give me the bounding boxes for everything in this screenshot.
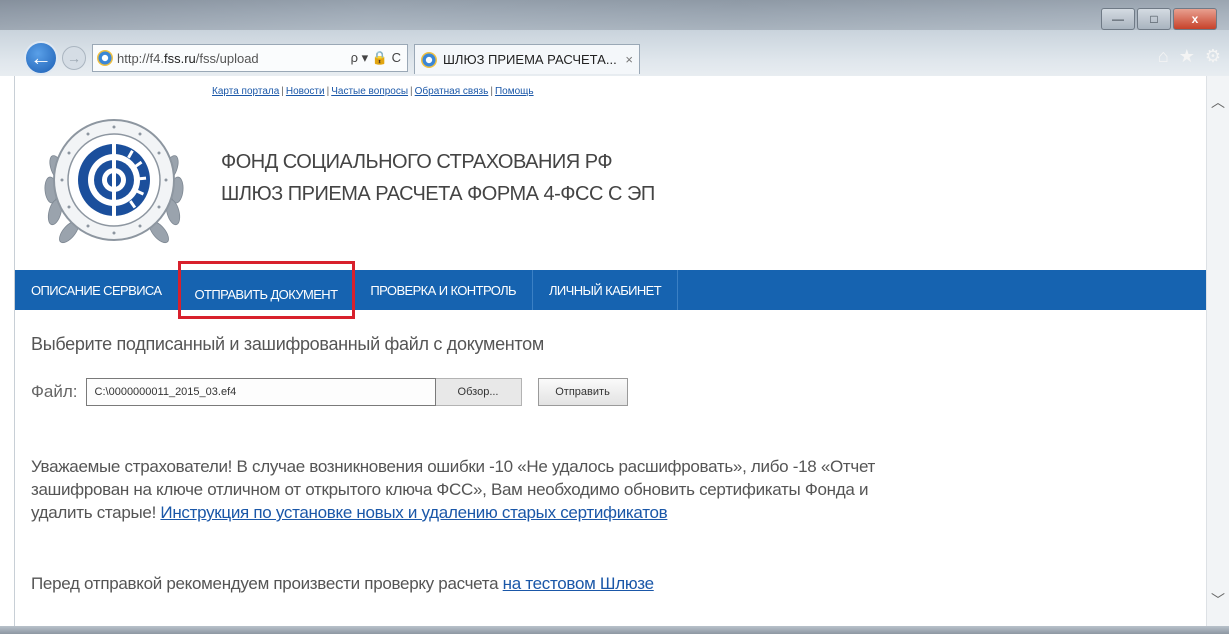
back-button[interactable]: ←	[24, 41, 58, 75]
toolbar-icons: ⌂ ★ ⚙	[1158, 46, 1221, 67]
nav-check-control[interactable]: ПРОВЕРКА И КОНТРОЛЬ	[354, 270, 533, 310]
org-title-line1: ФОНД СОЦИАЛЬНОГО СТРАХОВАНИЯ РФ	[221, 151, 613, 173]
forward-button[interactable]: →	[62, 46, 86, 70]
main-navigation: ОПИСАНИЕ СЕРВИСА ОТПРАВИТЬ ДОКУМЕНТ ПРОВ…	[15, 261, 1206, 319]
organization-title: ФОНД СОЦИАЛЬНОГО СТРАХОВАНИЯ РФ ШЛЮЗ ПРИ…	[221, 146, 655, 210]
link-separator: |	[326, 86, 330, 97]
file-label: Файл:	[31, 382, 78, 401]
pre-check-text: Перед отправкой рекомендуем произвести п…	[31, 574, 503, 593]
file-upload-row: Файл: C:\0000000011_2015_03.ef4 Обзор...…	[31, 378, 628, 406]
ie-page-icon	[97, 50, 113, 66]
browser-tab[interactable]: ШЛЮЗ ПРИЕМА РАСЧЕТА... ×	[414, 44, 640, 74]
minimize-button[interactable]: —	[1101, 8, 1135, 30]
link-separator: |	[281, 86, 284, 97]
link-news[interactable]: Новости	[286, 86, 325, 97]
maximize-button[interactable]: □	[1137, 8, 1171, 30]
browse-button[interactable]: Обзор...	[435, 378, 522, 406]
link-feedback[interactable]: Обратная связь	[415, 86, 489, 97]
tab-close-icon[interactable]: ×	[619, 52, 639, 67]
page-content: Карта портала | Новости | Частые вопросы | Обр…	[14, 76, 1206, 628]
pre-check-recommendation: Перед отправкой рекомендуем произвести п…	[31, 574, 654, 594]
browser-chrome: — □ x ← → http://f4.fss.ru/fss/upload ρ …	[0, 0, 1229, 76]
fss-emblem-logo	[44, 119, 184, 244]
settings-gear-icon[interactable]: ⚙	[1205, 46, 1221, 67]
scroll-down-chevron-icon[interactable]: ﹀	[1211, 590, 1225, 610]
nav-send-document[interactable]: ОТПРАВИТЬ ДОКУМЕНТ	[177, 261, 356, 319]
certificate-notice: Уважаемые страхователи! В случае возникн…	[31, 455, 881, 524]
address-bar[interactable]: http://f4.fss.ru/fss/upload ρ ▾ 🔒 C	[92, 44, 408, 72]
ie-tab-icon	[421, 51, 437, 68]
address-tools[interactable]: ρ ▾ 🔒 C	[345, 50, 407, 66]
tab-title: ШЛЮЗ ПРИЕМА РАСЧЕТА...	[443, 52, 617, 67]
address-url[interactable]: http://f4.fss.ru/fss/upload	[117, 51, 345, 66]
link-help[interactable]: Помощь	[495, 86, 534, 97]
link-faq[interactable]: Частые вопросы	[331, 86, 408, 97]
window-controls: — □ x	[1101, 8, 1217, 30]
home-icon[interactable]: ⌂	[1158, 46, 1169, 67]
link-separator: |	[410, 86, 413, 97]
back-arrow-icon: ←	[30, 45, 52, 70]
link-portal-map[interactable]: Карта портала	[212, 86, 279, 97]
title-bar	[0, 0, 1229, 30]
nav-service-description[interactable]: ОПИСАНИЕ СЕРВИСА	[15, 270, 179, 310]
scroll-up-chevron-icon[interactable]: ︿	[1211, 92, 1225, 112]
test-gateway-link[interactable]: на тестовом Шлюзе	[503, 574, 654, 593]
file-path-input[interactable]: C:\0000000011_2015_03.ef4	[85, 378, 436, 406]
nav-personal-account[interactable]: ЛИЧНЫЙ КАБИНЕТ	[533, 270, 679, 310]
top-links: Карта портала | Новости | Частые вопросы | Обр…	[212, 86, 534, 97]
vertical-scrollbar[interactable]: ︿ ﹀	[1206, 76, 1229, 628]
upload-instruction: Выберите подписанный и зашифрованный фай…	[31, 334, 544, 354]
link-separator: |	[490, 86, 493, 97]
favorites-star-icon[interactable]: ★	[1179, 46, 1195, 67]
org-title-line2: ШЛЮЗ ПРИЕМА РАСЧЕТА ФОРМА 4-ФСС С ЭП	[221, 183, 655, 205]
certificate-instructions-link[interactable]: Инструкция по установке новых и удалению…	[160, 503, 667, 522]
close-window-button[interactable]: x	[1173, 8, 1217, 30]
forward-arrow-icon: →	[67, 50, 81, 66]
send-button[interactable]: Отправить	[537, 378, 628, 406]
bottom-frame	[0, 626, 1229, 634]
